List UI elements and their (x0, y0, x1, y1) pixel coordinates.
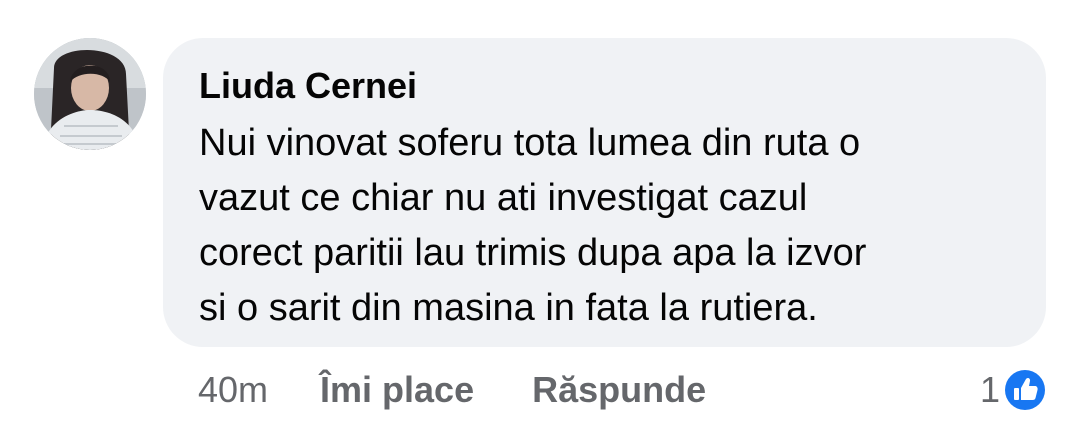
reaction-count: 1 (979, 369, 1000, 410)
comment-text-line: vazut ce chiar nu ati investigat cazul (199, 177, 808, 219)
comment-actions: 40m Îmi place Răspunde (198, 366, 706, 414)
comment-text-line: corect paritii lau trimis dupa apa la iz… (199, 232, 867, 274)
reply-button[interactable]: Răspunde (532, 369, 706, 411)
comment-timestamp[interactable]: 40m (198, 369, 268, 411)
comment-text: Nui vinovat soferu tota lumea din ruta o… (199, 116, 1016, 336)
comment-text-line: si o sarit din masina in fata la rutiera… (199, 287, 818, 329)
avatar-photo (34, 38, 146, 150)
reaction-summary[interactable]: 1 (980, 364, 1048, 416)
like-thumb-icon (1003, 368, 1047, 412)
comment-author-name[interactable]: Liuda Cernei (199, 64, 1016, 108)
like-button[interactable]: Îmi place (320, 369, 474, 411)
comment-text-line: Nui vinovat soferu tota lumea din ruta o (199, 122, 861, 164)
avatar[interactable] (34, 38, 146, 150)
comment-bubble: Liuda Cernei Nui vinovat soferu tota lum… (163, 38, 1046, 347)
